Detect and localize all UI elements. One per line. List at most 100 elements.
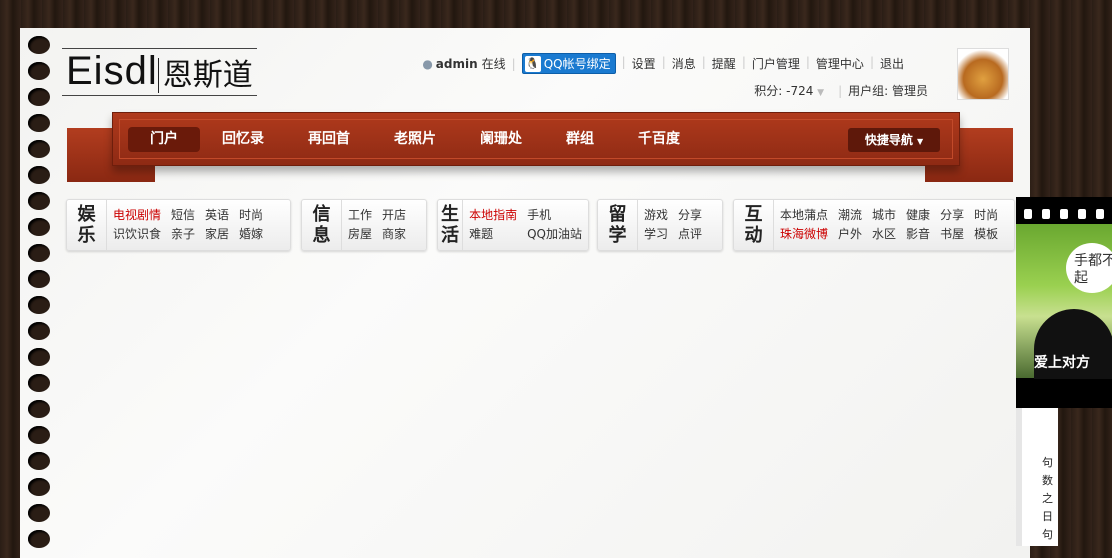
category-box: 生活 本地指南 手机 难题 QQ加油站 bbox=[437, 199, 589, 251]
spiral-hole bbox=[28, 322, 50, 340]
user-link[interactable]: 提醒 bbox=[712, 55, 736, 72]
photo-slideshow[interactable]: 手都不起 爱上对方 bbox=[1016, 197, 1112, 408]
user-link[interactable]: 消息 bbox=[672, 55, 696, 72]
quick-nav-label: 快捷导航 bbox=[864, 133, 913, 147]
spiral-hole bbox=[28, 62, 50, 80]
category-title-text: 生活 bbox=[441, 204, 460, 246]
side-strip: 句数之日句 bbox=[1016, 408, 1058, 546]
nav-item[interactable]: 千百度 bbox=[616, 127, 702, 152]
main-nav: 门户 回忆录 再回首 老照片 阑珊处 群组 千百度 bbox=[128, 127, 702, 152]
user-link[interactable]: 管理中心 bbox=[816, 55, 864, 72]
category-link[interactable]: 户外 bbox=[838, 226, 862, 243]
category-link[interactable]: 亲子 bbox=[171, 226, 195, 243]
category-link[interactable]: 水区 bbox=[872, 226, 896, 243]
category-link[interactable]: 商家 bbox=[382, 226, 406, 243]
spiral-hole bbox=[28, 166, 50, 184]
category-link[interactable]: 模板 bbox=[974, 226, 998, 243]
qq-bind-button[interactable]: 🐧 QQ帐号绑定 bbox=[521, 53, 616, 74]
category-link[interactable]: 点评 bbox=[678, 226, 702, 243]
nav-item[interactable]: 阑珊处 bbox=[458, 127, 544, 152]
slide-indicators[interactable] bbox=[1024, 209, 1104, 219]
nav-item[interactable]: 老照片 bbox=[372, 127, 458, 152]
category-title-text: 娱乐 bbox=[77, 204, 96, 246]
category-box: 娱乐 电视剧情 短信 英语 时尚识饮识食 亲子 家居 婚嫁 bbox=[66, 199, 291, 251]
category-title[interactable]: 信息 bbox=[302, 200, 342, 250]
slide-caption[interactable]: 爱上对方 bbox=[1034, 352, 1090, 372]
spiral-hole bbox=[28, 478, 50, 496]
quick-nav-button[interactable]: 快捷导航 ▼ bbox=[848, 128, 940, 152]
category-link[interactable]: 书屋 bbox=[940, 226, 964, 243]
category-link[interactable]: 城市 bbox=[872, 207, 896, 224]
site-logo[interactable]: Eisdl 恩斯道 bbox=[62, 48, 257, 96]
category-link[interactable]: 影音 bbox=[906, 226, 930, 243]
avatar[interactable] bbox=[957, 48, 1009, 100]
user-credits-bar: 积分: -724 ▼ | 用户组: 管理员 bbox=[754, 84, 928, 98]
caret-down-icon: ▼ bbox=[917, 137, 924, 146]
category-link[interactable]: 英语 bbox=[205, 207, 229, 224]
category-link[interactable]: 潮流 bbox=[838, 207, 862, 224]
category-link[interactable]: 短信 bbox=[171, 207, 195, 224]
category-link[interactable]: 手机 bbox=[527, 207, 582, 224]
category-link[interactable]: 时尚 bbox=[239, 207, 263, 224]
category-link[interactable]: 学习 bbox=[644, 226, 668, 243]
user-link[interactable]: 设置 bbox=[632, 55, 656, 72]
user-icon: ● bbox=[422, 56, 433, 71]
spiral-hole bbox=[28, 374, 50, 392]
nav-item[interactable]: 群组 bbox=[544, 127, 616, 152]
category-link[interactable]: 家居 bbox=[205, 226, 229, 243]
category-title[interactable]: 互动 bbox=[734, 200, 774, 250]
chevron-down-icon[interactable]: ▼ bbox=[817, 88, 824, 98]
category-title[interactable]: 留学 bbox=[598, 200, 638, 250]
spiral-hole bbox=[28, 530, 50, 548]
category-box: 互动 本地蒲点 潮流 城市 健康 分享 时尚珠海微博 户外 水区 影音 书屋 模板 bbox=[733, 199, 1015, 251]
category-link[interactable]: 电视剧情 bbox=[113, 207, 161, 224]
spiral-hole bbox=[28, 88, 50, 106]
category-link[interactable]: 本地蒲点 bbox=[780, 207, 828, 224]
category-title-text: 留学 bbox=[608, 204, 627, 246]
spiral-hole bbox=[28, 504, 50, 522]
strip-text: 句数之日句 bbox=[1042, 456, 1053, 541]
spiral-hole bbox=[28, 296, 50, 314]
spiral-hole bbox=[28, 426, 50, 444]
category-link[interactable]: 分享 bbox=[678, 207, 702, 224]
nav-item[interactable]: 再回首 bbox=[286, 127, 372, 152]
category-title[interactable]: 娱乐 bbox=[67, 200, 107, 250]
logo-cn: 恩斯道 bbox=[157, 57, 253, 93]
category-link[interactable]: QQ加油站 bbox=[527, 226, 582, 243]
spiral-hole bbox=[28, 452, 50, 470]
logo-en: Eisdl bbox=[66, 49, 158, 93]
category-box: 留学 游戏 分享 学习 点评 bbox=[597, 199, 723, 251]
nav-item[interactable]: 回忆录 bbox=[200, 127, 286, 152]
online-status[interactable]: 在线 bbox=[482, 55, 506, 72]
page-paper bbox=[20, 28, 1030, 558]
qq-penguin-icon: 🐧 bbox=[524, 55, 541, 72]
spiral-hole bbox=[28, 140, 50, 158]
category-link[interactable]: 珠海微博 bbox=[780, 226, 828, 243]
user-link[interactable]: 门户管理 bbox=[752, 55, 800, 72]
category-link[interactable]: 婚嫁 bbox=[239, 226, 263, 243]
category-link[interactable]: 房屋 bbox=[348, 226, 372, 243]
usergroup-link[interactable]: 用户组: 管理员 bbox=[848, 84, 928, 98]
qq-bind-label: QQ帐号绑定 bbox=[543, 57, 611, 71]
nav-item[interactable]: 门户 bbox=[128, 127, 200, 152]
category-title[interactable]: 生活 bbox=[438, 200, 464, 250]
spiral-hole bbox=[28, 218, 50, 236]
speech-bubble: 手都不起 bbox=[1066, 243, 1112, 293]
category-link[interactable]: 健康 bbox=[906, 207, 930, 224]
category-link[interactable]: 识饮识食 bbox=[113, 226, 161, 243]
category-link[interactable]: 游戏 bbox=[644, 207, 668, 224]
spiral-hole bbox=[28, 36, 50, 54]
category-link[interactable]: 开店 bbox=[382, 207, 406, 224]
username-link[interactable]: admin bbox=[436, 57, 478, 71]
credits-link[interactable]: 积分: -724 bbox=[754, 84, 813, 98]
spiral-hole bbox=[28, 348, 50, 366]
user-link[interactable]: 退出 bbox=[880, 55, 904, 72]
user-bar: ● admin 在线 | 🐧 QQ帐号绑定 | 设置 | 消息 | 提醒 | 门户管理 | 管理中心 |… bbox=[422, 53, 904, 74]
category-link[interactable]: 难题 bbox=[469, 226, 517, 243]
category-link[interactable]: 工作 bbox=[348, 207, 372, 224]
category-link[interactable]: 分享 bbox=[940, 207, 964, 224]
spiral-hole bbox=[28, 244, 50, 262]
category-link[interactable]: 本地指南 bbox=[469, 207, 517, 224]
category-link[interactable]: 时尚 bbox=[974, 207, 998, 224]
spiral-hole bbox=[28, 400, 50, 418]
